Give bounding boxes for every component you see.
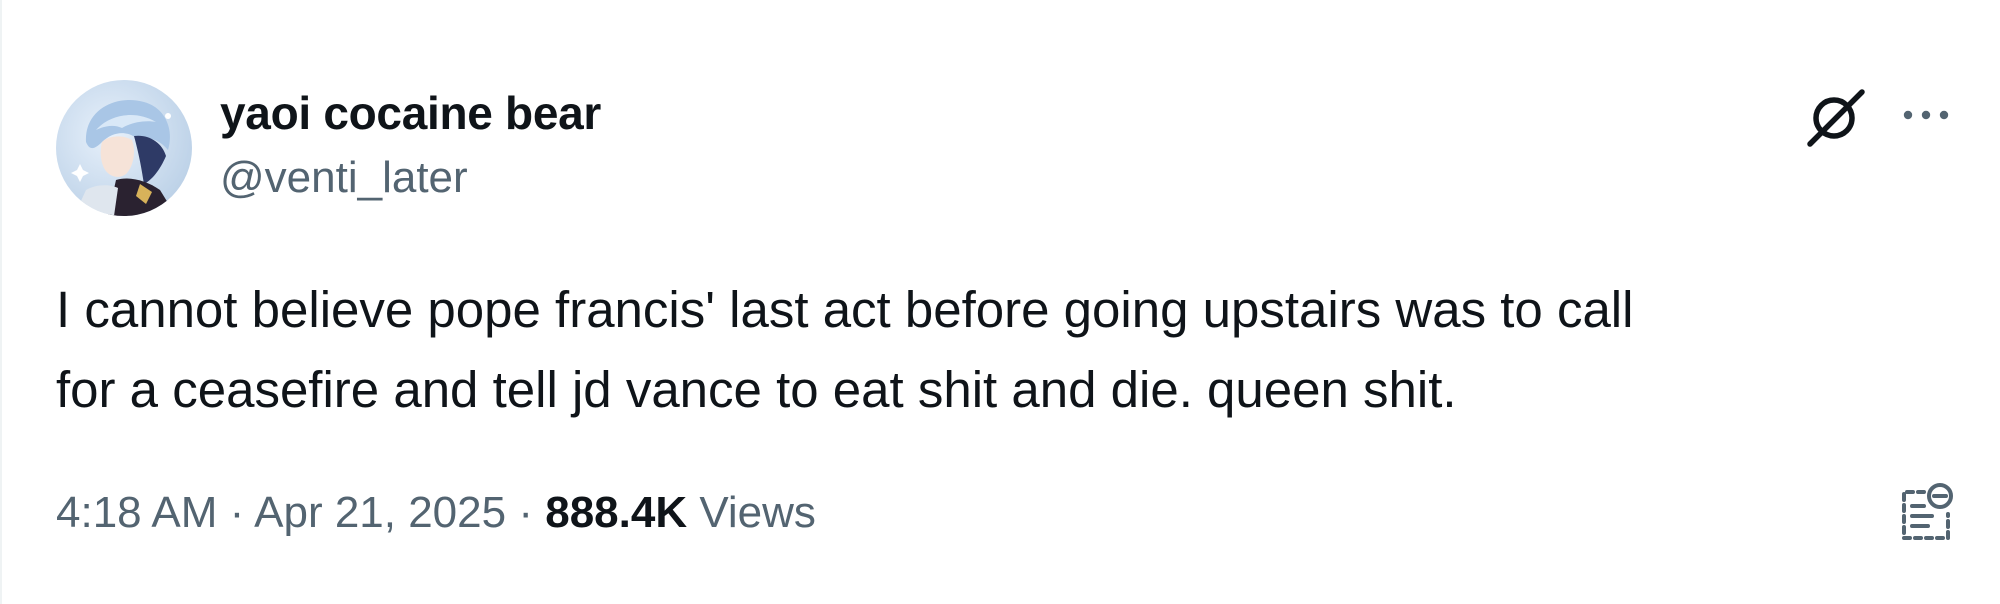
tweet-time[interactable]: 4:18 AM: [56, 488, 217, 537]
grok-icon[interactable]: [1804, 84, 1868, 148]
tweet-text-line: for a ceasefire and tell jd vance to eat…: [56, 361, 1457, 418]
meta-separator: ·: [229, 488, 245, 537]
tweet-text-line: I cannot believe pope francis' last act …: [56, 281, 1634, 338]
tweet-date[interactable]: Apr 21, 2025: [254, 488, 506, 537]
tweet-card: yaoi cocaine bear @venti_later I cannot …: [0, 0, 2000, 604]
author-display-name[interactable]: yaoi cocaine bear: [220, 86, 601, 140]
avatar[interactable]: [56, 80, 192, 216]
meta-separator: ·: [518, 488, 533, 537]
tweet-text: I cannot believe pope francis' last act …: [56, 270, 1946, 430]
views-count: 888.4K: [545, 488, 688, 537]
more-horizontal-icon[interactable]: [1900, 100, 1956, 130]
avatar-image: [56, 80, 192, 216]
views-label: Views: [699, 488, 816, 537]
tweet-meta: 4:18 AM · Apr 21, 2025 · 888.4K Views: [56, 488, 816, 538]
post-summary-icon[interactable]: [1894, 480, 1958, 544]
author-handle[interactable]: @venti_later: [220, 153, 468, 203]
